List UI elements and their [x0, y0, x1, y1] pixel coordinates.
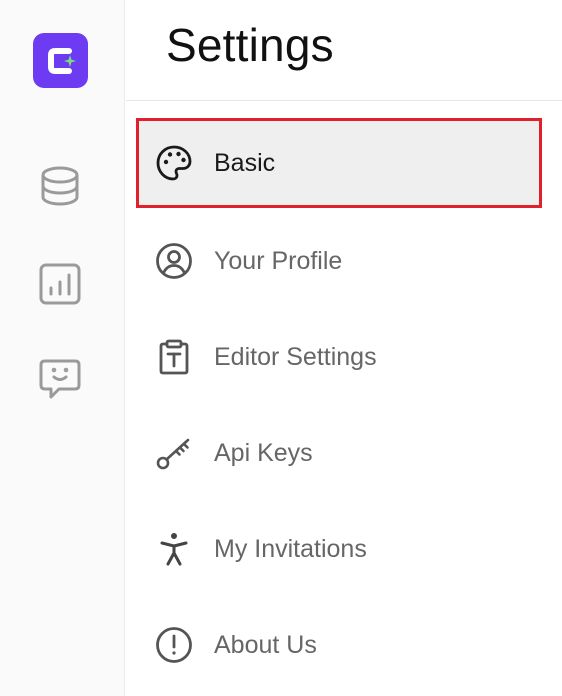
- menu-item-editor-settings[interactable]: Editor Settings: [136, 312, 542, 402]
- user-circle-icon: [154, 241, 194, 281]
- logo-icon: [48, 48, 76, 74]
- menu-item-api-keys[interactable]: Api Keys: [136, 408, 542, 498]
- accessibility-icon: [154, 529, 194, 569]
- menu-item-basic[interactable]: Basic: [136, 118, 542, 208]
- database-icon[interactable]: [37, 163, 83, 209]
- app-logo[interactable]: [33, 33, 88, 88]
- menu-item-label: Your Profile: [214, 246, 343, 275]
- bar-chart-icon[interactable]: [37, 261, 83, 307]
- menu-item-label: Editor Settings: [214, 342, 377, 371]
- sidebar-rail: [0, 0, 125, 696]
- chat-bubble-icon[interactable]: [37, 356, 83, 402]
- menu-item-label: Api Keys: [214, 438, 313, 467]
- palette-icon: [154, 143, 194, 183]
- menu-item-label: About Us: [214, 630, 317, 659]
- menu-item-my-invitations[interactable]: My Invitations: [136, 504, 542, 594]
- info-circle-icon: [154, 625, 194, 665]
- menu-item-label: Basic: [214, 148, 276, 177]
- menu-item-your-profile[interactable]: Your Profile: [136, 216, 542, 306]
- page-title: Settings: [166, 19, 334, 71]
- clipboard-text-icon: [154, 337, 194, 377]
- key-icon: [154, 433, 194, 473]
- header-divider: [126, 100, 562, 101]
- settings-panel: Settings Basic Your Profile Editor Setti…: [126, 0, 562, 696]
- menu-item-label: My Invitations: [214, 534, 367, 563]
- menu-item-about-us[interactable]: About Us: [136, 600, 542, 690]
